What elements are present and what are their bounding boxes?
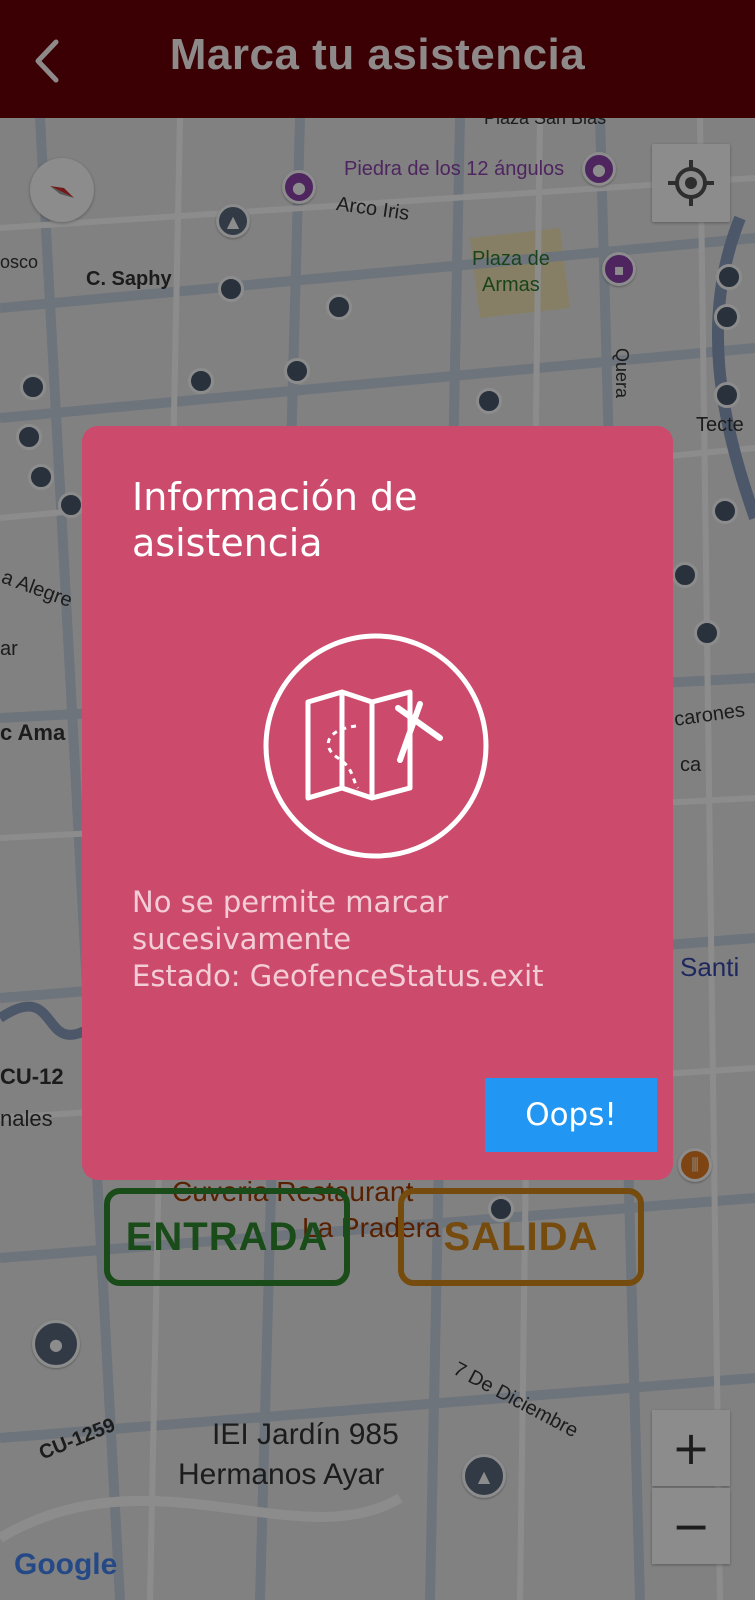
dialog-message-line1: No se permite marcar sucesivamente — [132, 885, 449, 956]
oops-button[interactable]: Oops! — [485, 1078, 657, 1152]
dialog-message: No se permite marcar sucesivamente Estad… — [132, 884, 652, 995]
dialog-message-line2: Estado: GeofenceStatus.exit — [132, 959, 544, 993]
attendance-dialog: Información de asistencia No se permite … — [82, 426, 673, 1180]
app-bar: Marca tu asistencia — [0, 0, 755, 118]
map-off-icon — [263, 633, 489, 859]
page-title: Marca tu asistencia — [169, 30, 586, 79]
dialog-title: Información de asistencia — [132, 475, 418, 565]
